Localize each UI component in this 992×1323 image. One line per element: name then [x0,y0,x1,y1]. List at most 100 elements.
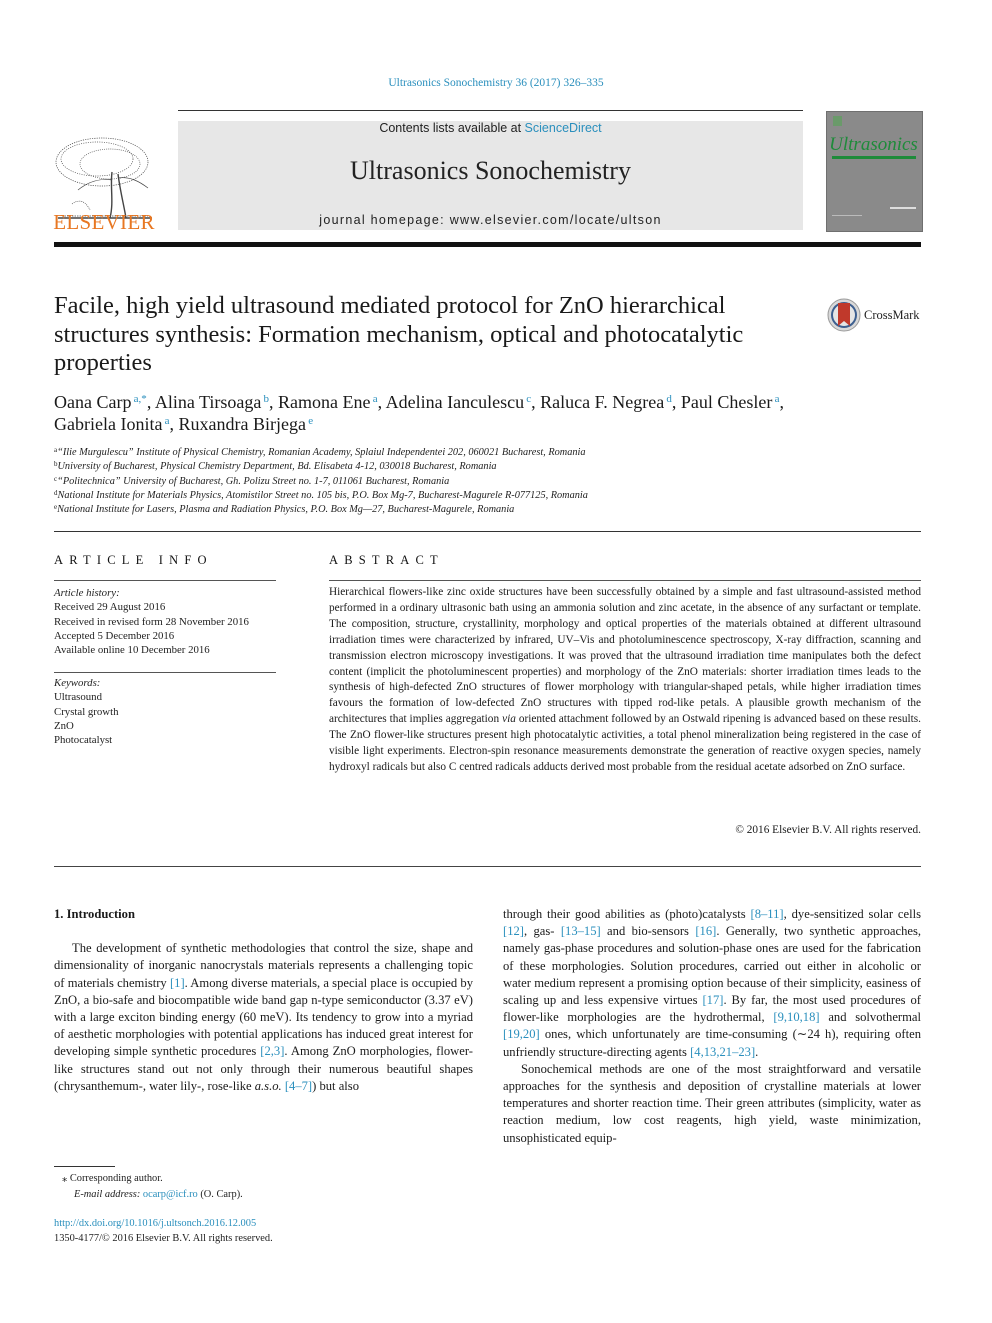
text-run: . [755,1044,759,1059]
abstract-italic: via [502,713,516,726]
text-run: , dye-sensitized solar cells [783,907,921,921]
author-affiliation-marker[interactable]: a [162,415,170,427]
reference-link[interactable]: [8–11] [751,907,784,921]
author-name[interactable]: Ruxandra Birjega [179,414,306,434]
author-affiliation-marker[interactable]: a [772,393,780,405]
reference-link[interactable]: [12] [503,924,524,938]
homepage-url[interactable]: www.elsevier.com/locate/ultson [450,213,662,227]
cover-publisher-mark [833,116,842,126]
affiliation-text: “Ilie Murgulescu” Institute of Physical … [57,447,586,458]
header-thick-rule [54,242,921,247]
contents-available-line: Contents lists available at ScienceDirec… [178,121,803,135]
text-run: ) but also [312,1078,359,1093]
history-item: Received in revised form 28 November 201… [54,615,249,628]
keywords-label: Keywords: [54,677,101,689]
crossmark-icon[interactable] [827,298,861,332]
author-affiliation-marker[interactable]: c [524,393,531,405]
keyword-item: Ultrasound [54,691,102,704]
reference-link[interactable]: [13–15] [561,924,601,938]
text-run: and bio-sensors [600,924,696,939]
reference-link[interactable]: [16] [695,924,716,938]
article-title: Facile, high yield ultrasound mediated p… [54,292,744,376]
reference-link[interactable]: [4,13,21–23] [690,1045,755,1059]
author-affiliation-marker[interactable]: a [371,393,378,405]
affiliation-item: eNational Institute for Lasers, Plasma a… [54,503,814,517]
section-rule [54,531,921,532]
header-rule [178,110,803,111]
email-link[interactable]: ocarp@icf.ro [143,1189,198,1200]
reference-link[interactable]: [2,3] [260,1044,284,1058]
reference-link[interactable]: [9,10,18] [773,1010,819,1024]
intro-paragraph-continued: through their good abilities as (photo)c… [503,906,921,1061]
history-item: Accepted 5 December 2016 [54,629,175,642]
author-affiliation-marker[interactable]: d [664,393,672,405]
author-affiliation-marker[interactable]: e [306,415,313,427]
homepage-prefix: journal homepage: [319,213,450,227]
doi-block: http://dx.doi.org/10.1016/j.ultsonch.201… [54,1217,474,1246]
cover-subtitle-bar [832,156,916,159]
cover-title: Ultrasonics [829,134,918,155]
affiliation-text: University of Bucharest, Physical Chemis… [57,461,497,473]
corresponding-author-label: Corresponding author. [69,1173,163,1184]
keywords-rule [54,672,276,673]
abstract-heading: ABSTRACT [329,553,444,567]
corresponding-author-footnote: ⁎ Corresponding author. E-mail address: … [62,1171,462,1203]
history-item: Received 29 August 2016 [54,601,166,614]
reference-link[interactable]: [17] [702,993,723,1007]
journal-homepage: journal homepage: www.elsevier.com/locat… [178,213,803,227]
affiliation-list: a“Ilie Murgulescu” Institute of Physical… [54,446,814,517]
abstract-text: Hierarchical flowers-like zinc oxide str… [329,585,921,776]
crossmark-label[interactable]: CrossMark [864,308,920,323]
reference-link[interactable]: [1] [170,976,185,990]
journal-cover-thumbnail[interactable] [826,111,923,232]
text-run: through their good abilities as (photo)c… [503,907,751,921]
body-column-right: through their good abilities as (photo)c… [503,906,921,1147]
author-list: Oana Carp a,*, Alina Tirsoaga b, Ramona … [54,392,784,434]
author-affiliation-marker[interactable]: a,* [131,393,147,405]
reference-link[interactable]: [19,20] [503,1027,540,1041]
keywords: Keywords: Ultrasound Crystal growth ZnO … [54,676,284,747]
article-history: Article history: Received 29 August 2016… [54,586,284,657]
author-name[interactable]: Oana Carp [54,392,131,412]
affiliation-text: National Institute for Lasers, Plasma an… [57,504,515,516]
affiliation-item: a“Ilie Murgulescu” Institute of Physical… [54,446,814,460]
text-run: and solvothermal [819,1010,921,1025]
elsevier-wordmark: ELSEVIER [53,210,155,234]
intro-paragraph: The development of synthetic methodologi… [54,940,473,1095]
footnote-marker: ⁎ [62,1173,68,1184]
abstract-copyright: © 2016 Elsevier B.V. All rights reserved… [735,824,921,836]
text-run: , gas- [523,924,561,939]
author-name[interactable]: Adelina Ianculescu [386,392,524,412]
body-column-left: 1. Introduction The development of synth… [54,906,473,1095]
article-info-rule [54,580,276,581]
footnote-rule [54,1166,115,1167]
contents-prefix: Contents lists available at [379,121,525,135]
section-heading: 1. Introduction [54,907,135,921]
affiliation-text: “Politechnica” University of Bucharest, … [57,475,450,487]
author-name[interactable]: Paul Chesler [681,392,773,412]
email-label: E-mail address: [74,1189,141,1200]
affiliation-item: bUniversity of Bucharest, Physical Chemi… [54,460,814,474]
affiliation-text: National Institute for Materials Physics… [57,489,588,501]
italic-text: a.s.o. [254,1078,282,1093]
article-info-heading: ARTICLE INFO [54,553,213,567]
author-name[interactable]: Raluca F. Negrea [540,392,664,412]
article-history-label: Article history: [54,587,120,599]
author-name[interactable]: Gabriela Ionita [54,414,162,434]
author-name[interactable]: Ramona Ene [278,392,370,412]
sciencedirect-link[interactable]: ScienceDirect [525,121,602,135]
history-item: Available online 10 December 2016 [54,644,210,657]
author-name[interactable]: Alina Tirsoaga [155,392,262,412]
journal-citation[interactable]: Ultrasonics Sonochemistry 36 (2017) 326–… [0,77,992,89]
keyword-item: ZnO [54,719,74,732]
email-suffix: (O. Carp). [197,1189,243,1200]
reference-link[interactable]: [4–7] [285,1079,312,1093]
cover-detail-line [832,215,862,216]
affiliation-item: c“Politechnica” University of Bucharest,… [54,475,814,489]
abstract-rule [329,580,921,581]
affiliation-item: dNational Institute for Materials Physic… [54,489,814,503]
doi-link[interactable]: http://dx.doi.org/10.1016/j.ultsonch.201… [54,1217,474,1232]
keyword-item: Crystal growth [54,705,119,718]
author-affiliation-marker[interactable]: b [261,393,270,405]
journal-name: Ultrasonics Sonochemistry [350,156,631,185]
